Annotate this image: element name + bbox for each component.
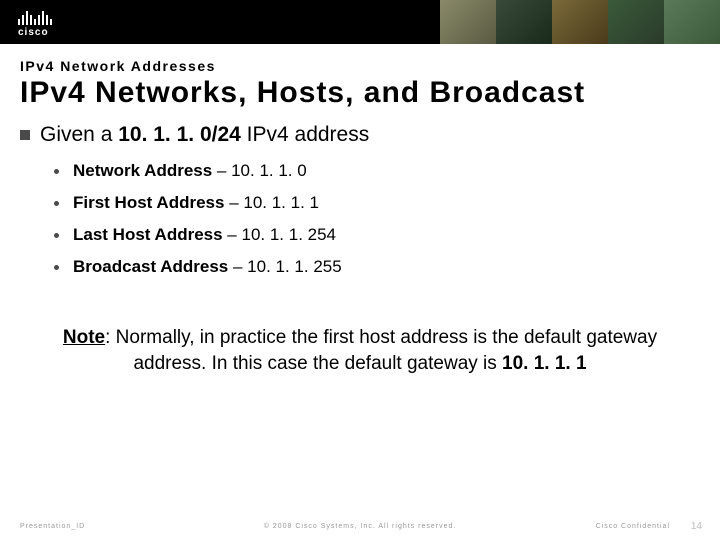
list-item: Last Host Address – 10. 1. 1. 254 (54, 225, 700, 245)
dot-bullet-icon (54, 265, 59, 270)
lead-text: Given a 10. 1. 1. 0/24 IPv4 address (40, 123, 369, 147)
address-line: Network Address – 10. 1. 1. 0 (73, 161, 307, 181)
address-line: Last Host Address – 10. 1. 1. 254 (73, 225, 336, 245)
lead-prefix: Given a (40, 123, 118, 146)
dot-bullet-icon (54, 233, 59, 238)
footer-confidential: Cisco Confidential (596, 523, 670, 530)
address-value: 10. 1. 1. 1 (243, 193, 319, 212)
address-value: 10. 1. 1. 0 (231, 161, 307, 180)
footer: Presentation_ID © 2008 Cisco Systems, In… (0, 523, 720, 530)
decorative-people-strip (440, 0, 720, 44)
logo-bars-icon (18, 7, 52, 25)
dot-bullet-icon (54, 201, 59, 206)
address-value: 10. 1. 1. 254 (241, 225, 336, 244)
footer-presentation-id: Presentation_ID (20, 523, 85, 530)
lead-suffix: IPv4 address (241, 123, 369, 146)
note-label: Note (63, 327, 105, 348)
address-line: Broadcast Address – 10. 1. 1. 255 (73, 257, 342, 277)
list-item: Broadcast Address – 10. 1. 1. 255 (54, 257, 700, 277)
address-label: Last Host Address (73, 225, 223, 244)
address-value: 10. 1. 1. 255 (247, 257, 342, 276)
slide: cisco IPv4 Network Addresses IPv4 Networ… (0, 0, 720, 540)
note-paragraph: Note: Normally, in practice the first ho… (20, 325, 700, 376)
slide-subtitle: IPv4 Network Addresses (20, 58, 700, 74)
note-gateway: 10. 1. 1. 1 (502, 353, 587, 374)
square-bullet-icon (20, 130, 30, 140)
dot-bullet-icon (54, 169, 59, 174)
footer-copyright: © 2008 Cisco Systems, Inc. All rights re… (264, 523, 457, 530)
lead-bold: 10. 1. 1. 0/24 (118, 123, 241, 146)
address-list: Network Address – 10. 1. 1. 0 First Host… (54, 161, 700, 277)
address-line: First Host Address – 10. 1. 1. 1 (73, 193, 319, 213)
logo-text: cisco (18, 27, 49, 38)
top-bar: cisco (0, 0, 720, 44)
footer-page-number: 14 (691, 521, 702, 532)
list-item: First Host Address – 10. 1. 1. 1 (54, 193, 700, 213)
content-area: IPv4 Network Addresses IPv4 Networks, Ho… (0, 44, 720, 540)
slide-title: IPv4 Networks, Hosts, and Broadcast (20, 76, 700, 109)
cisco-logo: cisco (18, 7, 52, 38)
lead-bullet-row: Given a 10. 1. 1. 0/24 IPv4 address (20, 123, 700, 147)
list-item: Network Address – 10. 1. 1. 0 (54, 161, 700, 181)
address-label: Network Address (73, 161, 212, 180)
address-label: Broadcast Address (73, 257, 228, 276)
address-label: First Host Address (73, 193, 224, 212)
